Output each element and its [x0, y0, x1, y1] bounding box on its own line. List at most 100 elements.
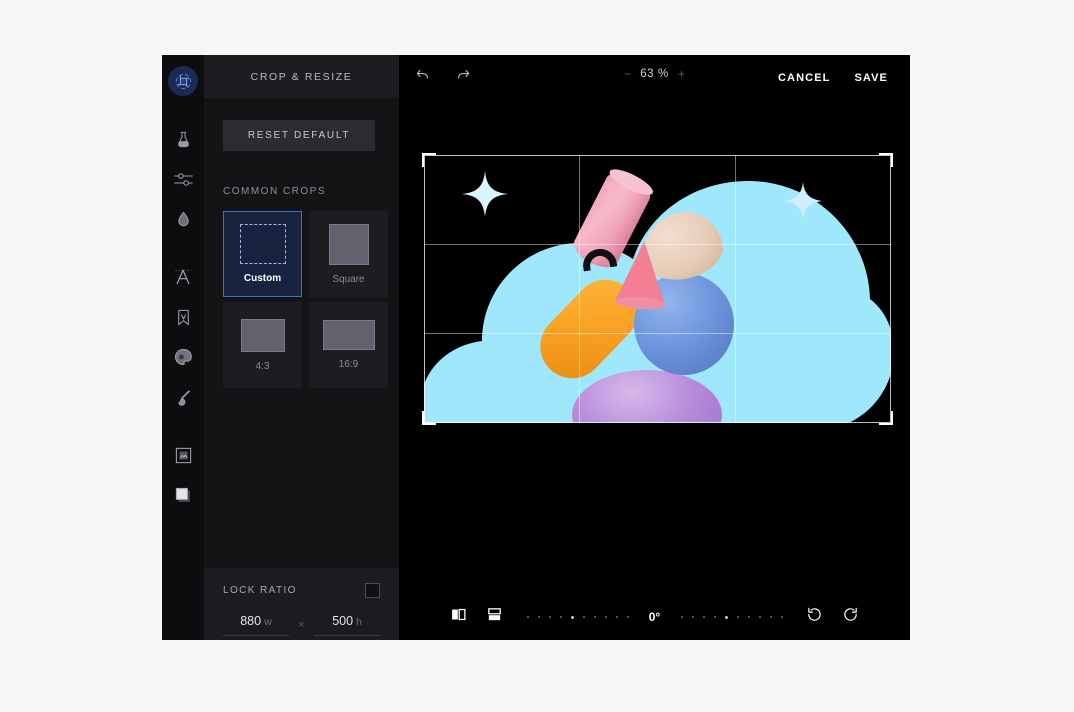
rotation-angle-value: 0°: [648, 610, 661, 624]
height-value: 500: [332, 614, 354, 628]
tool-rail: [162, 55, 204, 640]
zoom-out-button[interactable]: −: [624, 68, 631, 80]
dial-tick: [769, 616, 772, 618]
flip-vertical-icon: [486, 606, 503, 628]
panel-title: CROP & RESIZE: [204, 55, 399, 98]
save-button[interactable]: SAVE: [854, 72, 888, 84]
dial-tick-major: [724, 615, 728, 619]
tool-text[interactable]: [167, 261, 199, 293]
dial-tick: [604, 616, 607, 618]
dial-tick: [747, 616, 750, 618]
brush-icon: [174, 388, 193, 407]
crop-preset-square[interactable]: Square: [309, 211, 388, 297]
dial-tick: [526, 616, 529, 618]
palette-icon: [173, 347, 193, 367]
lock-ratio-label: LOCK RATIO: [223, 585, 297, 596]
crop-icon: [174, 72, 193, 91]
rotate-left-icon: [806, 606, 823, 628]
flask-icon: [174, 130, 193, 149]
crop-handle-bottom-right[interactable]: [879, 411, 893, 425]
crop-handle-top-right[interactable]: [879, 153, 893, 167]
undo-icon: [414, 66, 432, 89]
dial-tick: [593, 616, 596, 618]
crop-frame[interactable]: [422, 153, 893, 425]
flip-controls: [445, 603, 509, 631]
top-toolbar: − 63 % + CANCEL SAVE: [399, 55, 910, 100]
lock-ratio-footer: LOCK RATIO 880 w × 500 h: [204, 568, 399, 640]
common-crops-label: COMMON CROPS: [223, 186, 326, 197]
dial-tick: [537, 616, 540, 618]
tool-adjust[interactable]: [167, 123, 199, 155]
frame-icon: [174, 446, 193, 465]
dial-tick: [780, 616, 783, 618]
undo-button[interactable]: [410, 65, 436, 91]
crop-preset-label: Square: [332, 273, 365, 285]
width-input[interactable]: 880 w: [223, 612, 289, 636]
width-unit: w: [264, 616, 272, 628]
sliders-icon: [173, 169, 194, 190]
dial-dots-right: [680, 615, 783, 619]
reset-default-button[interactable]: RESET DEFAULT: [223, 120, 375, 151]
tool-overlay[interactable]: [167, 479, 199, 511]
dimension-separator: ×: [298, 619, 305, 631]
square-crop-thumb: [328, 223, 369, 265]
redo-button[interactable]: [450, 65, 476, 91]
text-a-icon: [173, 267, 193, 287]
droplet-icon: [174, 210, 193, 229]
grid-line-horizontal-1: [424, 244, 891, 245]
crop-resize-panel: CROP & RESIZE RESET DEFAULT COMMON CROPS…: [204, 55, 399, 640]
tool-sliders[interactable]: [167, 163, 199, 195]
tool-crop-resize[interactable]: [167, 65, 199, 97]
custom-crop-thumb: [239, 224, 286, 264]
photo-editor-window: CROP & RESIZE RESET DEFAULT COMMON CROPS…: [162, 55, 910, 640]
tool-brush[interactable]: [167, 381, 199, 413]
bottom-toolbar: 0°: [399, 594, 910, 640]
crop-preset-label: Custom: [243, 273, 282, 284]
rotate-right-icon: [842, 606, 859, 628]
dial-tick: [559, 616, 562, 618]
redo-icon: [454, 66, 472, 89]
dial-tick: [680, 616, 683, 618]
image-preview: [424, 155, 891, 423]
rotate-left-button[interactable]: [801, 603, 829, 631]
height-unit: h: [356, 616, 362, 628]
crop-preset-4-3[interactable]: 4:3: [223, 302, 302, 388]
crop-handle-top-left[interactable]: [422, 153, 436, 167]
tool-stickers[interactable]: [167, 301, 199, 333]
common-crops-grid: Custom Square 4:3 16:9: [223, 211, 388, 388]
flip-horizontal-icon: [450, 606, 467, 628]
height-input[interactable]: 500 h: [314, 612, 381, 636]
rotate-right-button[interactable]: [837, 603, 865, 631]
crop-handle-bottom-left[interactable]: [422, 411, 436, 425]
lock-ratio-checkbox[interactable]: [365, 583, 380, 598]
flip-horizontal-button[interactable]: [445, 603, 473, 631]
canvas-area: − 63 % + CANCEL SAVE 0°: [399, 55, 910, 640]
top-actions: CANCEL SAVE: [778, 72, 899, 84]
crop-preset-label: 4:3: [255, 360, 270, 372]
dial-tick: [713, 616, 716, 618]
grid-line-vertical-1: [579, 155, 580, 423]
cancel-button[interactable]: CANCEL: [778, 72, 830, 84]
width-value: 880: [240, 614, 262, 628]
pink-cone-shape: [614, 239, 670, 305]
rotate-controls: [801, 603, 865, 631]
tool-paint[interactable]: [167, 341, 199, 373]
crop-preset-16-9[interactable]: 16:9: [309, 302, 388, 388]
ratio-16-9-crop-thumb: [322, 320, 375, 350]
flip-vertical-button[interactable]: [481, 603, 509, 631]
grid-line-vertical-2: [735, 155, 736, 423]
tool-frame[interactable]: [167, 439, 199, 471]
zoom-in-button[interactable]: +: [678, 68, 685, 80]
dial-tick: [702, 616, 705, 618]
zoom-level-value: 63 %: [640, 68, 669, 80]
dial-tick: [736, 616, 739, 618]
dial-tick: [626, 616, 629, 618]
dial-tick-major: [570, 615, 574, 619]
grid-line-horizontal-2: [424, 333, 891, 334]
crop-preset-custom[interactable]: Custom: [223, 211, 302, 297]
dial-tick: [615, 616, 618, 618]
lock-ratio-row: LOCK RATIO: [223, 583, 380, 598]
rotation-dial[interactable]: 0°: [526, 610, 783, 624]
tool-retouch[interactable]: [167, 203, 199, 235]
dial-tick: [691, 616, 694, 618]
